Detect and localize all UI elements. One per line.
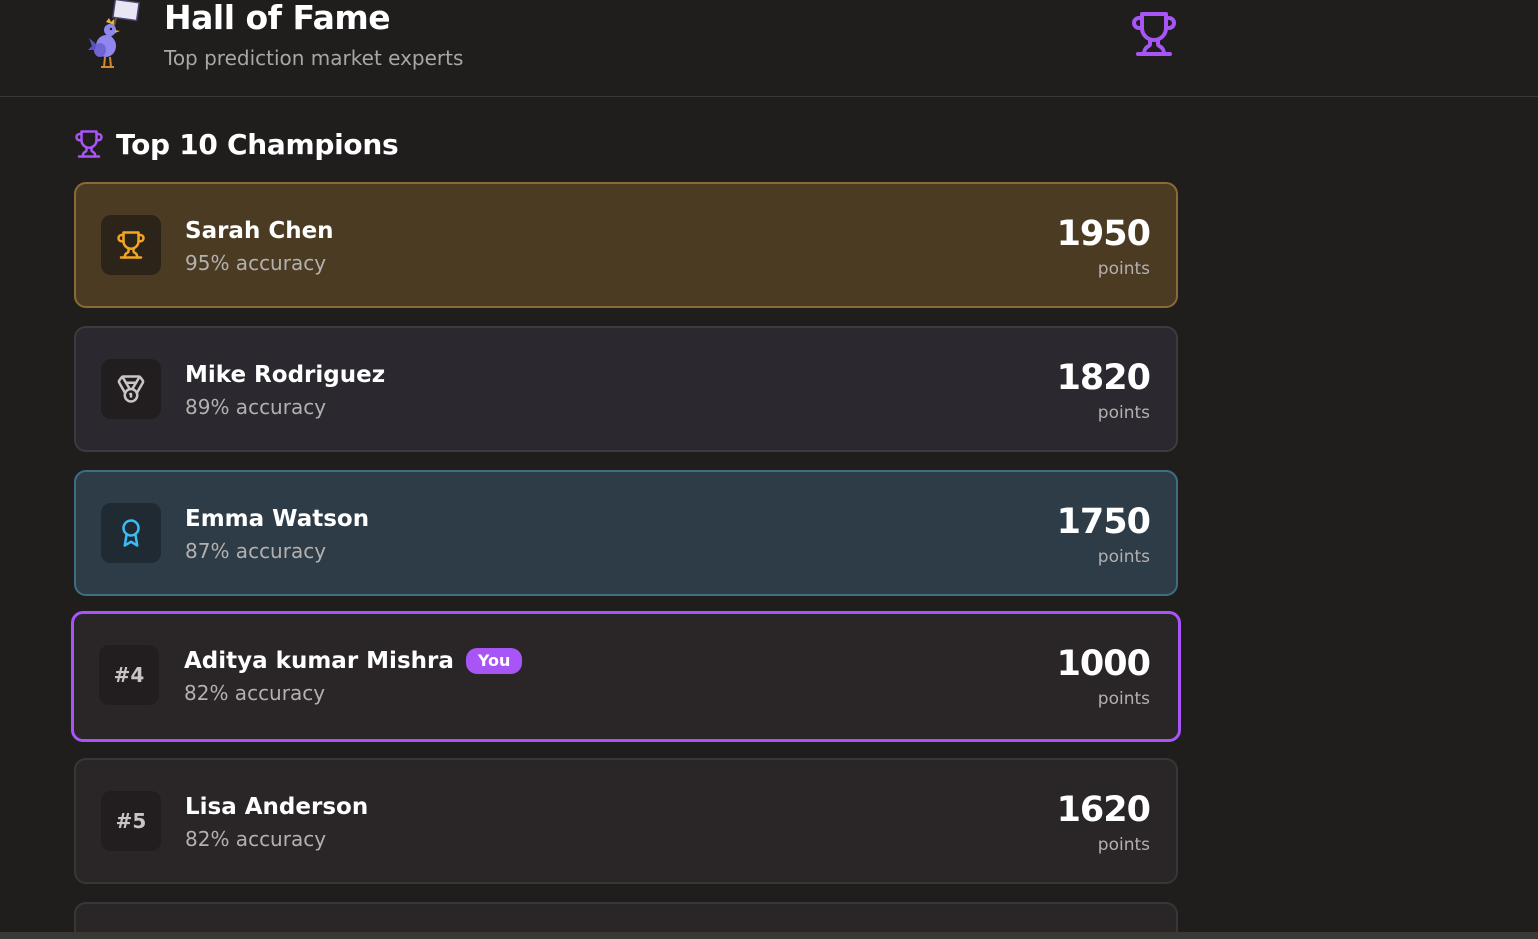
page-subtitle: Top prediction market experts (164, 46, 464, 70)
player-points: 1620 (1056, 790, 1151, 830)
rank-badge (101, 359, 161, 419)
section-heading: Top 10 Champions (74, 124, 399, 164)
player-name: Lisa Anderson (185, 794, 369, 820)
leaderboard-row-current-user[interactable]: #4 Aditya kumar Mishra You 82% accuracy … (71, 611, 1181, 742)
chicken-with-sign-icon (88, 0, 140, 68)
player-points: 1820 (1056, 358, 1151, 398)
rank-number: #4 (113, 663, 145, 687)
page-title: Hall of Fame (164, 0, 391, 37)
player-points: 1950 (1056, 214, 1151, 254)
page-header: Hall of Fame Top prediction market exper… (0, 0, 1538, 97)
player-accuracy: 95% accuracy (185, 251, 327, 275)
horizontal-scrollbar[interactable] (0, 932, 1538, 939)
points-label: points (1097, 547, 1150, 567)
points-label: points (1097, 259, 1150, 279)
player-name: Sarah Chen (185, 218, 334, 244)
trophy-icon (117, 231, 145, 259)
rank-badge: #5 (101, 791, 161, 851)
medal-icon (117, 375, 145, 403)
section-title: Top 10 Champions (116, 127, 399, 161)
player-name-row: Lisa Anderson (185, 792, 368, 822)
points-label: points (1097, 689, 1150, 709)
rank-number: #5 (115, 809, 147, 833)
player-name-row: Mike Rodriguez (185, 360, 385, 390)
leaderboard-row[interactable]: Emma Watson 87% accuracy 1750 points (74, 470, 1178, 596)
rank-badge (101, 503, 161, 563)
points-label: points (1097, 835, 1150, 855)
leaderboard-row[interactable]: Mike Rodriguez 89% accuracy 1820 points (74, 326, 1178, 452)
player-accuracy: 82% accuracy (185, 827, 327, 851)
rank-badge: #4 (99, 645, 159, 705)
player-name: Emma Watson (185, 506, 370, 532)
leaderboard-row[interactable]: #5 Lisa Anderson 82% accuracy 1620 point… (74, 758, 1178, 884)
award-ribbon-icon (122, 519, 140, 547)
trophy-icon (75, 130, 103, 158)
player-points: 1750 (1056, 502, 1151, 542)
points-label: points (1097, 403, 1150, 423)
player-name-row: Sarah Chen (185, 216, 334, 246)
leaderboard-row[interactable]: Sarah Chen 95% accuracy 1950 points (74, 182, 1178, 308)
rank-badge (101, 215, 161, 275)
trophy-icon (1132, 12, 1176, 56)
player-points: 1000 (1056, 644, 1151, 684)
leaderboard-list: Sarah Chen 95% accuracy 1950 points Mike… (71, 182, 1181, 939)
player-accuracy: 89% accuracy (185, 395, 327, 419)
player-name: Aditya kumar Mishra (184, 648, 454, 674)
player-name-row: Aditya kumar Mishra You (184, 646, 523, 676)
player-accuracy: 82% accuracy (184, 681, 326, 705)
hall-of-fame-page: Hall of Fame Top prediction market exper… (0, 0, 1538, 939)
player-name: Mike Rodriguez (185, 362, 386, 388)
player-accuracy: 87% accuracy (185, 539, 327, 563)
player-name-row: Emma Watson (185, 504, 369, 534)
you-badge: You (465, 648, 523, 674)
